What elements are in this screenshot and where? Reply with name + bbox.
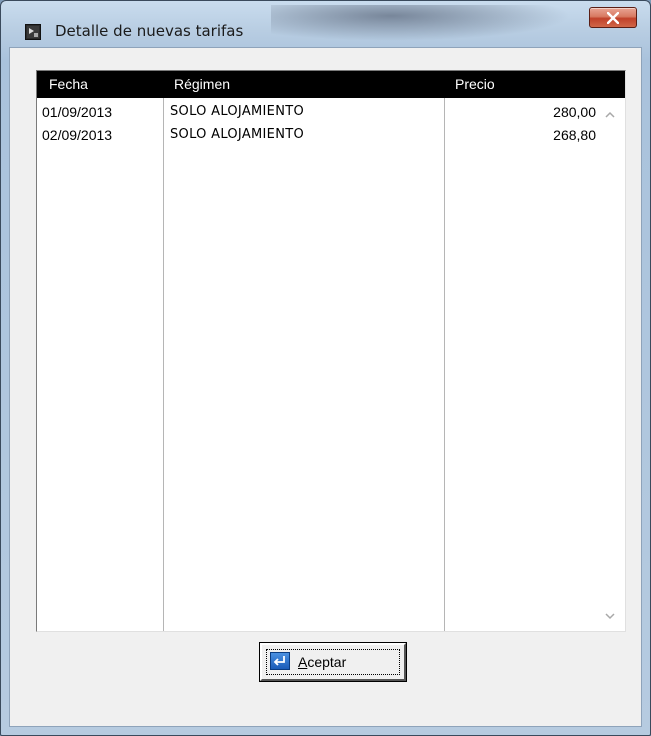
cell-fecha: 02/09/2013 [42, 127, 113, 143]
cell-regimen: SOLO ALOJAMIENTO [170, 104, 304, 119]
column-header-precio[interactable]: Precio [455, 76, 495, 92]
table-row[interactable]: 01/09/2013 SOLO ALOJAMIENTO 280,00 [37, 101, 597, 123]
enter-icon [270, 652, 290, 670]
rates-grid[interactable]: Fecha Régimen Precio 01/09/2013 SOLO ALO… [36, 70, 626, 632]
cell-precio: 280,00 [553, 104, 596, 120]
accept-mnemonic: A [298, 654, 308, 670]
close-button[interactable] [589, 7, 637, 28]
dialog-window: Detalle de nuevas tarifas Fecha Régimen … [0, 0, 651, 736]
dialog-client-area: Fecha Régimen Precio 01/09/2013 SOLO ALO… [9, 47, 642, 727]
column-divider [163, 98, 164, 631]
cell-regimen: SOLO ALOJAMIENTO [170, 127, 304, 142]
column-divider [444, 98, 445, 631]
cell-fecha: 01/09/2013 [42, 104, 113, 120]
close-icon [607, 12, 619, 24]
vertical-scrollbar[interactable] [596, 98, 625, 631]
app-icon[interactable] [25, 24, 41, 40]
accept-label-rest: ceptar [307, 654, 347, 670]
scroll-down-arrow-icon[interactable] [604, 611, 616, 621]
window-title: Detalle de nuevas tarifas [55, 22, 244, 40]
cell-precio: 268,80 [553, 127, 596, 143]
title-bar-glow [271, 5, 571, 41]
accept-button-label: Aceptar [298, 654, 346, 670]
scroll-up-arrow-icon[interactable] [604, 110, 616, 120]
column-header-fecha[interactable]: Fecha [49, 76, 88, 92]
title-bar[interactable]: Detalle de nuevas tarifas [1, 1, 650, 47]
column-header-regimen[interactable]: Régimen [174, 76, 230, 92]
table-row[interactable]: 02/09/2013 SOLO ALOJAMIENTO 268,80 [37, 124, 597, 146]
grid-header: Fecha Régimen Precio [37, 71, 625, 98]
accept-button[interactable]: Aceptar [259, 642, 407, 682]
